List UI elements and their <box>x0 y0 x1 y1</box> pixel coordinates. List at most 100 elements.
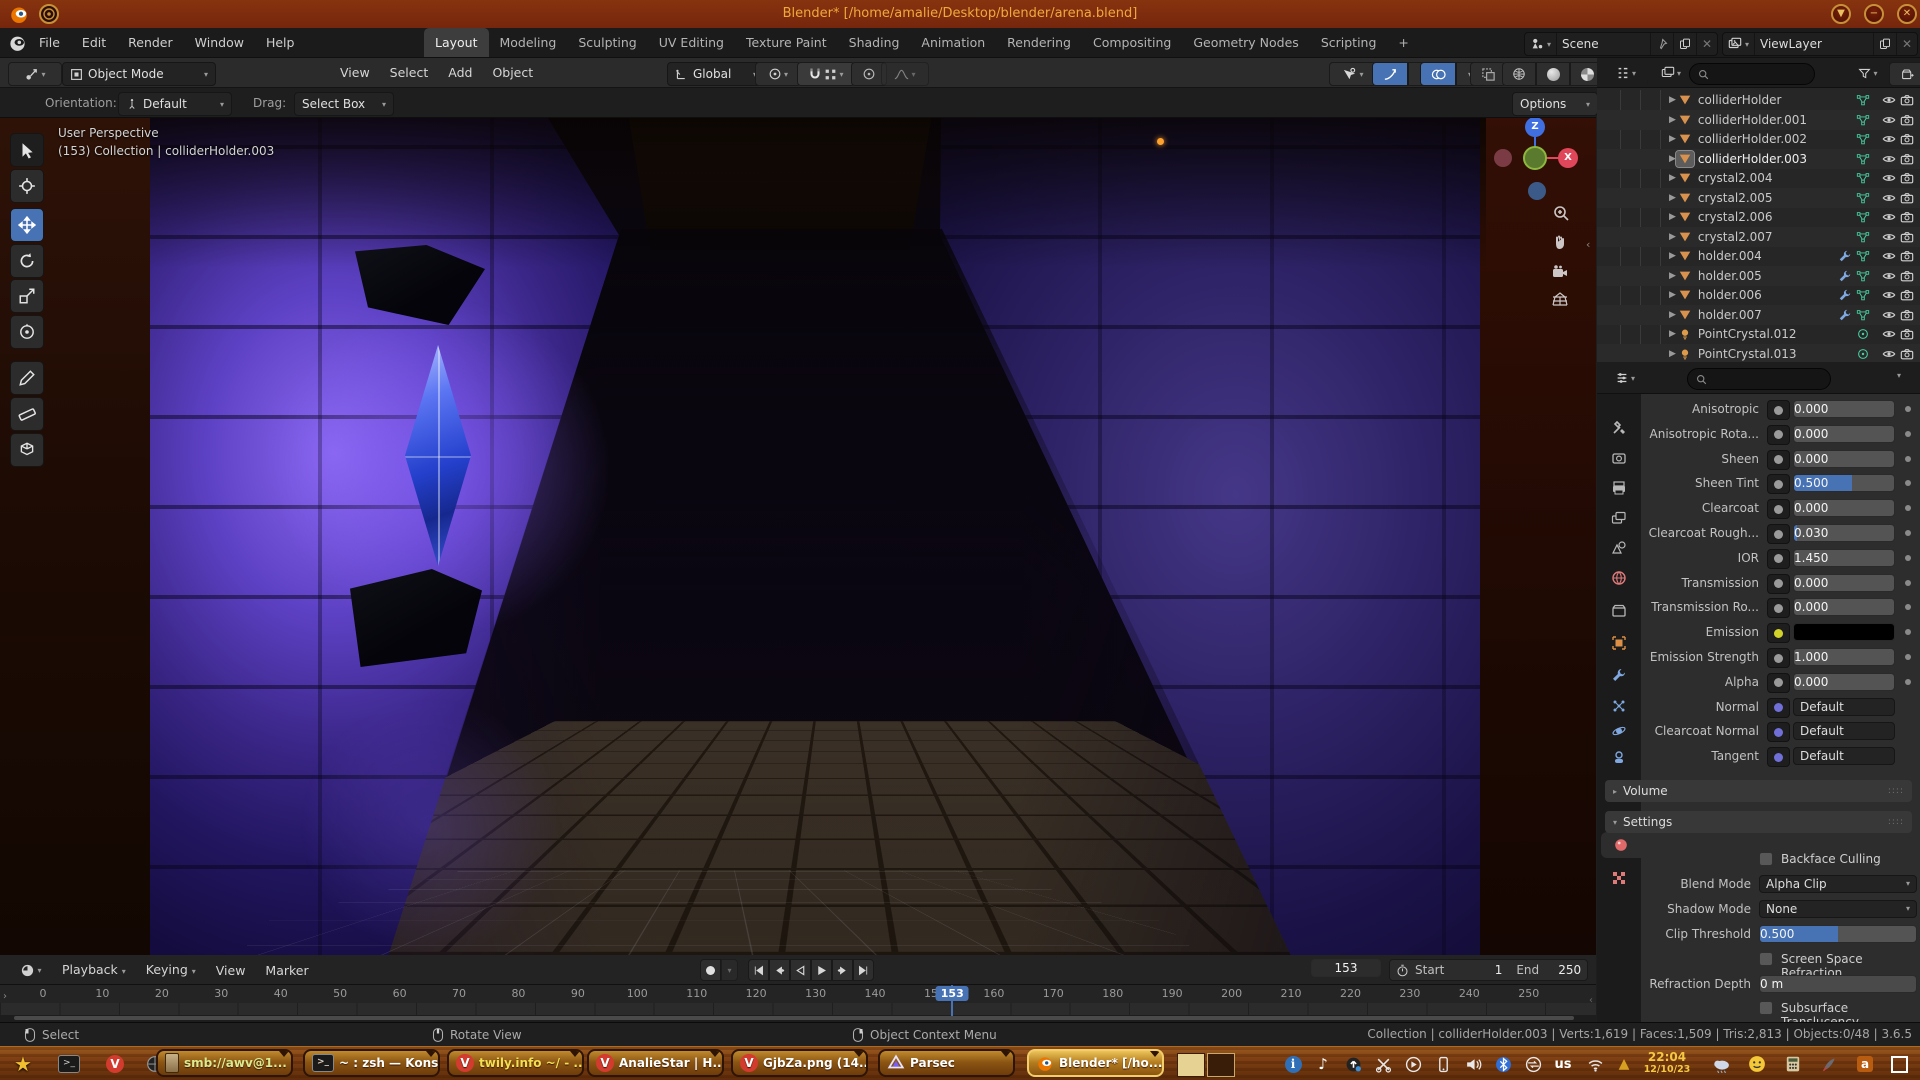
outliner-row-colliderHolder.001[interactable]: ▶colliderHolder.001 <box>1597 110 1920 130</box>
timeline-expand-arrow[interactable]: › <box>3 991 7 1002</box>
outliner-item-label[interactable]: holder.007 <box>1698 308 1762 322</box>
tray-us-icon[interactable]: us <box>1552 1053 1574 1075</box>
node-socket-button[interactable] <box>1767 499 1790 519</box>
viewlayer-browse-icon[interactable]: ▾ <box>1723 33 1755 55</box>
hide-eye-icon[interactable] <box>1882 308 1896 322</box>
timeline-menu-keying[interactable]: Keying ▾ <box>136 955 206 986</box>
properties-editor-type-button[interactable]: ▾ <box>1601 367 1649 389</box>
disable-render-camera-icon[interactable] <box>1900 308 1914 322</box>
tray-play-icon[interactable] <box>1402 1053 1424 1075</box>
transport-jump-start-button[interactable] <box>748 959 769 981</box>
animate-decorator[interactable] <box>1905 580 1911 586</box>
gizmo-x-axis[interactable]: X <box>1558 148 1578 168</box>
tool-rotate-button[interactable] <box>10 244 44 278</box>
node-socket-button[interactable] <box>1767 623 1790 643</box>
task-button-4[interactable]: VAnalieStar | H... <box>587 1049 724 1077</box>
outliner-item-label[interactable]: crystal2.004 <box>1698 171 1773 185</box>
tool-annotate-button[interactable] <box>10 361 44 395</box>
disable-render-camera-icon[interactable] <box>1900 288 1914 302</box>
transform-orientation-dropdown[interactable]: Global ▾ <box>667 62 765 86</box>
outliner-item-label[interactable]: crystal2.007 <box>1698 230 1773 244</box>
menu-help[interactable]: Help <box>255 28 306 57</box>
disable-render-camera-icon[interactable] <box>1900 269 1914 283</box>
blender-menu-icon[interactable] <box>8 33 27 52</box>
property-slider[interactable]: 1.450 <box>1793 549 1895 567</box>
property-slider[interactable]: 0.030 <box>1793 524 1895 542</box>
volume-panel-header[interactable]: ▸Volume:::: <box>1605 780 1912 802</box>
property-slider[interactable]: 0.500 <box>1793 474 1895 492</box>
options-button[interactable]: Options ▾ <box>1512 92 1598 116</box>
node-socket-button[interactable] <box>1767 400 1790 420</box>
tool-measure-button[interactable] <box>10 397 44 431</box>
viewlayer-remove-icon[interactable]: ✕ <box>1897 33 1917 55</box>
timeline-scrollbar[interactable] <box>14 1016 1574 1020</box>
viewlayer-selector[interactable]: ▾ ViewLayer ✕ <box>1722 32 1918 56</box>
property-slider[interactable]: 1.000 <box>1793 648 1895 666</box>
hide-eye-icon[interactable] <box>1882 249 1896 263</box>
disable-render-camera-icon[interactable] <box>1900 132 1914 146</box>
node-socket-button[interactable] <box>1767 698 1790 718</box>
tray-volume-icon[interactable] <box>1462 1053 1484 1075</box>
outliner-item-label[interactable]: holder.004 <box>1698 249 1762 263</box>
drag-select-box-dropdown[interactable]: Select Box ▾ <box>294 92 394 116</box>
properties-search-input[interactable] <box>1687 368 1831 390</box>
scene-selector[interactable]: ▾ Scene ✕ <box>1524 32 1718 56</box>
window-shade-button[interactable]: ▼ <box>1831 4 1851 24</box>
timeline-menu-marker[interactable]: Marker <box>255 956 318 985</box>
outliner-row-colliderHolder.003[interactable]: ▶colliderHolder.003 <box>1597 149 1920 169</box>
outliner-item-label[interactable]: holder.005 <box>1698 269 1762 283</box>
workspace-tab-shading[interactable]: Shading <box>838 28 911 57</box>
outliner-row-colliderHolder[interactable]: ▶colliderHolder <box>1597 90 1920 110</box>
orthographic-grid-icon[interactable] <box>1551 291 1569 309</box>
properties-tab-constraints[interactable] <box>1597 745 1641 771</box>
outliner-row-crystal2.007[interactable]: ▶crystal2.007 <box>1597 227 1920 247</box>
timeline-scroll-arrow[interactable]: ‹ <box>1589 995 1593 1006</box>
properties-tab-render[interactable] <box>1597 445 1641 471</box>
task-button-7[interactable]: Blender* [/ho... <box>1027 1049 1164 1077</box>
properties-tab-view-layer[interactable] <box>1597 505 1641 531</box>
outliner-row-crystal2.006[interactable]: ▶crystal2.006 <box>1597 207 1920 227</box>
timeline-menu-playback[interactable]: Playback ▾ <box>52 955 136 986</box>
menu-render[interactable]: Render <box>117 28 184 57</box>
expand-arrow-icon[interactable]: ▶ <box>1669 271 1676 281</box>
disable-render-camera-icon[interactable] <box>1900 152 1914 166</box>
tray-phone-icon[interactable] <box>1432 1053 1454 1075</box>
timeline-menu-view[interactable]: View <box>206 956 256 985</box>
shading-solid-button[interactable] <box>1536 62 1570 86</box>
node-socket-button[interactable] <box>1767 598 1790 618</box>
outliner-row-crystal2.005[interactable]: ▶crystal2.005 <box>1597 188 1920 208</box>
expand-arrow-icon[interactable]: ▶ <box>1669 173 1676 183</box>
property-slider[interactable]: 0.000 <box>1793 598 1895 616</box>
virtual-desktop-2[interactable] <box>1207 1053 1235 1077</box>
viewport-3d[interactable]: User Perspective (153) Collection | coll… <box>0 118 1596 955</box>
transport-jump-end-button[interactable] <box>853 959 874 981</box>
new-collection-button[interactable] <box>1889 62 1920 86</box>
outliner-item-label[interactable]: crystal2.005 <box>1698 191 1773 205</box>
tool-cursor-button[interactable] <box>10 169 44 203</box>
orientation-default-dropdown[interactable]: Default ▾ <box>118 92 232 116</box>
outliner-row-colliderHolder.002[interactable]: ▶colliderHolder.002 <box>1597 129 1920 149</box>
scene-new-icon[interactable] <box>1674 33 1697 55</box>
tray-music-icon[interactable]: ♪ <box>1312 1053 1334 1075</box>
disable-render-camera-icon[interactable] <box>1900 171 1914 185</box>
properties-tab-particles[interactable] <box>1597 693 1641 719</box>
launcher-vivaldi-icon[interactable]: V <box>102 1051 128 1077</box>
property-dropdown[interactable]: Default <box>1793 747 1895 765</box>
tray-network-icon[interactable] <box>1522 1053 1544 1075</box>
transport-prev-key-button[interactable] <box>769 959 790 981</box>
outliner-row-holder.005[interactable]: ▶ holder.005 <box>1597 266 1920 286</box>
node-socket-button[interactable] <box>1767 722 1790 742</box>
camera-view-icon[interactable] <box>1551 263 1569 281</box>
transport-play-back-button[interactable] <box>790 959 811 981</box>
workspace-tab-animation[interactable]: Animation <box>910 28 996 57</box>
properties-tab-output[interactable] <box>1597 475 1641 501</box>
workspace-tab-rendering[interactable]: Rendering <box>996 28 1082 57</box>
tool-select-box-button[interactable] <box>10 133 44 167</box>
properties-tab-material[interactable] <box>1601 832 1641 858</box>
node-socket-button[interactable] <box>1767 425 1790 445</box>
animate-decorator[interactable] <box>1905 456 1911 462</box>
workspace-tab-scripting[interactable]: Scripting <box>1310 28 1388 57</box>
auto-keying-dropdown[interactable]: ▾ <box>721 959 738 981</box>
disable-render-camera-icon[interactable] <box>1900 327 1914 341</box>
proportional-falloff-dropdown[interactable]: ▾ <box>881 62 929 86</box>
